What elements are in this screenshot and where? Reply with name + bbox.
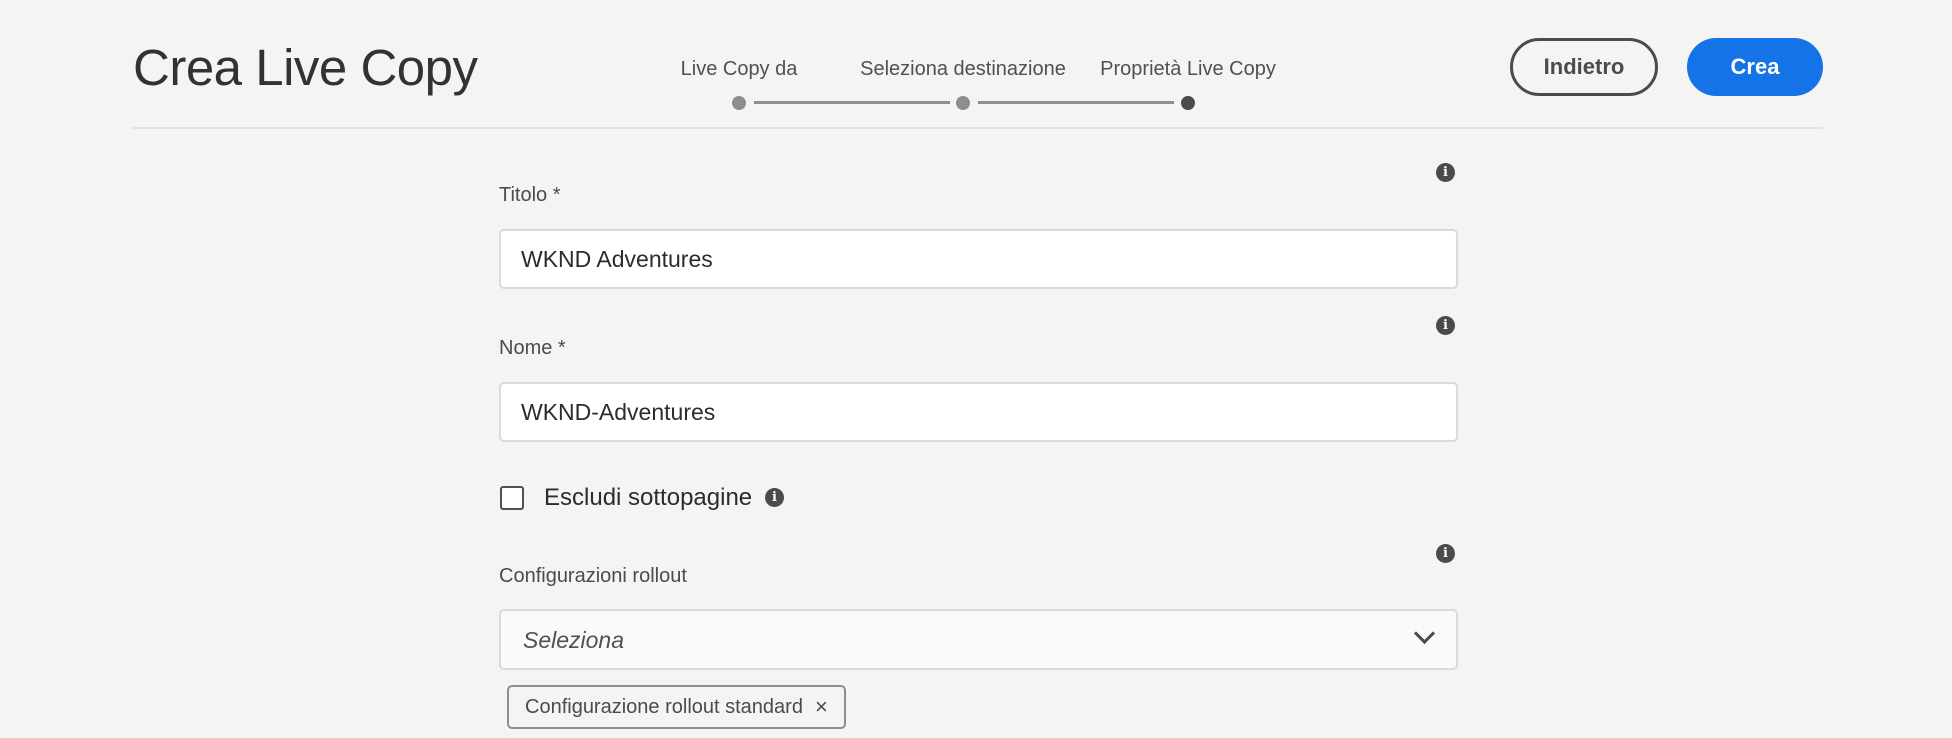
- step-dot-source[interactable]: [732, 96, 746, 110]
- step-connector: [754, 101, 950, 104]
- exclude-subpages-checkbox[interactable]: [500, 486, 524, 510]
- step-connector: [978, 101, 1174, 104]
- name-label: Nome *: [499, 337, 566, 359]
- exclude-subpages-info-icon[interactable]: i: [765, 488, 784, 507]
- page-title: Crea Live Copy: [133, 39, 478, 96]
- step-label-source: Live Copy da: [680, 58, 798, 80]
- exclude-subpages-label[interactable]: Escludi sottopagine: [544, 484, 752, 512]
- rollout-select[interactable]: Seleziona: [499, 609, 1458, 670]
- step-label-destination: Seleziona destinazione: [860, 58, 1066, 80]
- header-divider: [133, 127, 1823, 129]
- title-info-icon[interactable]: i: [1436, 163, 1455, 182]
- rollout-tag: Configurazione rollout standard ×: [507, 685, 846, 729]
- step-dot-properties: [1181, 96, 1195, 110]
- step-label-properties: Proprietà Live Copy: [1100, 58, 1276, 80]
- header: Crea Live Copy Live Copy da Seleziona de…: [0, 0, 1952, 130]
- name-input[interactable]: [499, 382, 1458, 442]
- rollout-select-placeholder: Seleziona: [523, 627, 625, 653]
- step-dot-destination[interactable]: [956, 96, 970, 110]
- rollout-info-icon[interactable]: i: [1436, 544, 1455, 563]
- title-input[interactable]: [499, 229, 1458, 289]
- chevron-down-icon: [1413, 622, 1436, 645]
- close-icon[interactable]: ×: [815, 696, 828, 718]
- name-info-icon[interactable]: i: [1436, 316, 1455, 335]
- title-label: Titolo *: [499, 184, 561, 206]
- create-button[interactable]: Crea: [1687, 38, 1823, 96]
- back-button[interactable]: Indietro: [1510, 38, 1658, 96]
- rollout-label: Configurazioni rollout: [499, 565, 687, 587]
- rollout-tag-label: Configurazione rollout standard: [525, 695, 803, 718]
